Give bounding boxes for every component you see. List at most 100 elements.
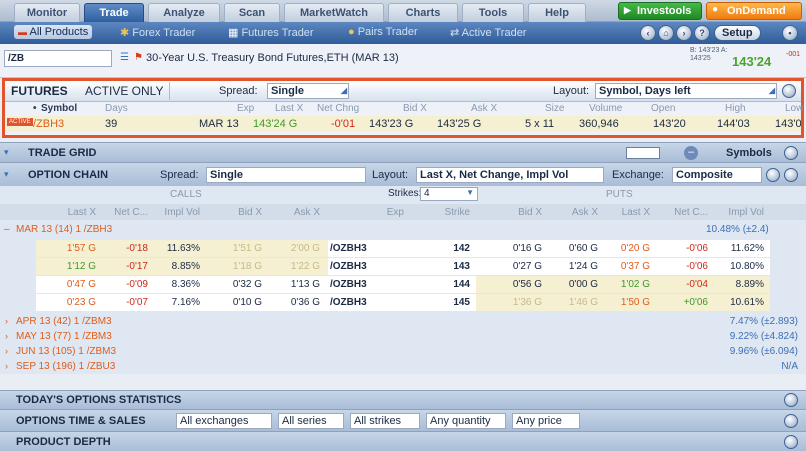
call-impl-vol[interactable]: 11.63%: [150, 243, 200, 254]
col-high[interactable]: High: [725, 103, 746, 114]
call-last[interactable]: 0'47 G: [44, 279, 96, 290]
put-col-bid[interactable]: Bid X: [492, 207, 542, 218]
trade-grid-section[interactable]: ▾ TRADE GRID – Symbols: [0, 142, 806, 162]
home-icon[interactable]: ⌂: [658, 25, 674, 41]
col-net-chng[interactable]: Net Chng: [317, 103, 359, 114]
call-col-net[interactable]: Net C...: [98, 207, 148, 218]
todays-stats-section[interactable]: TODAY'S OPTIONS STATISTICS: [0, 390, 806, 409]
put-impl-vol[interactable]: 8.89%: [712, 279, 764, 290]
put-impl-vol[interactable]: 10.61%: [712, 297, 764, 308]
option-row[interactable]: 1'57 G -0'18 11.63% 1'51 G 2'00 G/OZBH3 142 0'…: [0, 240, 806, 257]
sub-nav-active-trader[interactable]: ⇄ Active Trader: [450, 26, 526, 39]
col-size[interactable]: Size: [545, 103, 564, 114]
col-days[interactable]: Days: [105, 103, 128, 114]
oc-menu-icon[interactable]: [784, 168, 798, 182]
col-open[interactable]: Open: [651, 103, 675, 114]
call-net-change[interactable]: -0'09: [98, 279, 148, 290]
put-net-change[interactable]: -0'04: [658, 279, 708, 290]
put-bid[interactable]: 0'56 G: [492, 279, 542, 290]
call-col-iv[interactable]: Impl Vol: [150, 207, 200, 218]
help-icon[interactable]: ?: [694, 25, 710, 41]
col-low[interactable]: Low: [785, 103, 803, 114]
option-strike[interactable]: 142: [420, 243, 470, 254]
col-exp[interactable]: Exp: [237, 103, 254, 114]
minus-icon[interactable]: –: [684, 146, 698, 160]
setup-button[interactable]: Setup: [714, 25, 761, 41]
expand-icon[interactable]: ›: [5, 316, 8, 326]
oc-exchange-select[interactable]: Composite: [672, 167, 762, 183]
option-exp[interactable]: /OZBH3: [330, 243, 390, 254]
call-impl-vol[interactable]: 7.16%: [150, 297, 200, 308]
call-impl-vol[interactable]: 8.36%: [150, 279, 200, 290]
put-bid[interactable]: 0'27 G: [492, 261, 542, 272]
put-ask[interactable]: 1'46 G: [548, 297, 598, 308]
put-ask[interactable]: 1'24 G: [548, 261, 598, 272]
strikes-select[interactable]: 4 ▼: [420, 187, 478, 201]
call-net-change[interactable]: -0'17: [98, 261, 148, 272]
forward-icon[interactable]: ›: [676, 25, 692, 41]
put-impl-vol[interactable]: 10.80%: [712, 261, 764, 272]
col-exp[interactable]: Exp: [354, 207, 404, 218]
grid-layout-icon[interactable]: [626, 147, 660, 159]
ondemand-button[interactable]: ● OnDemand: [706, 2, 802, 20]
back-icon[interactable]: ‹: [640, 25, 656, 41]
put-last[interactable]: 1'02 G: [600, 279, 650, 290]
call-col-last[interactable]: Last X: [44, 207, 96, 218]
call-impl-vol[interactable]: 8.85%: [150, 261, 200, 272]
collapse-icon[interactable]: ▾: [4, 169, 9, 180]
call-net-change[interactable]: -0'18: [98, 243, 148, 254]
expand-icon[interactable]: ›: [5, 346, 8, 356]
time-sales-section[interactable]: OPTIONS TIME & SALES All exchanges All s…: [0, 409, 806, 431]
collapse-icon[interactable]: –: [4, 224, 10, 235]
put-col-ask[interactable]: Ask X: [548, 207, 598, 218]
call-last[interactable]: 1'12 G: [44, 261, 96, 272]
stats-menu-icon[interactable]: [784, 393, 798, 407]
option-exp[interactable]: /OZBH3: [330, 297, 390, 308]
sub-nav-pairs-trader[interactable]: ● Pairs Trader: [348, 26, 418, 38]
tab-monitor[interactable]: Monitor: [14, 3, 80, 22]
option-strike[interactable]: 143: [420, 261, 470, 272]
oc-layout-select[interactable]: Last X, Net Change, Impl Vol: [416, 167, 604, 183]
call-ask[interactable]: 1'22 G: [270, 261, 320, 272]
time-sales-menu-icon[interactable]: [784, 414, 798, 428]
put-impl-vol[interactable]: 11.62%: [712, 243, 764, 254]
futures-filter[interactable]: ACTIVE ONLY: [85, 84, 163, 98]
strikes-filter[interactable]: All strikes: [350, 413, 420, 429]
futures-row[interactable]: ACTIVE /ZBH3 39 MAR 13 143'24 G -0'01 14…: [5, 116, 802, 132]
symbols-button[interactable]: Symbols: [726, 147, 772, 159]
col-ask[interactable]: Ask X: [471, 103, 497, 114]
tab-marketwatch[interactable]: MarketWatch: [284, 3, 384, 22]
put-net-change[interactable]: -0'06: [658, 261, 708, 272]
futures-menu-icon[interactable]: [782, 84, 796, 98]
sub-nav-forex-trader[interactable]: ✱ Forex Trader: [120, 26, 195, 39]
col-volume[interactable]: Volume: [589, 103, 622, 114]
price-filter[interactable]: Any price: [512, 413, 580, 429]
product-depth-section[interactable]: PRODUCT DEPTH: [0, 431, 806, 451]
call-ask[interactable]: 2'00 G: [270, 243, 320, 254]
put-bid[interactable]: 1'36 G: [492, 297, 542, 308]
call-bid[interactable]: 1'18 G: [212, 261, 262, 272]
call-ask[interactable]: 0'36 G: [270, 297, 320, 308]
call-last[interactable]: 1'57 G: [44, 243, 96, 254]
sub-nav-all-products[interactable]: ▬ All Products: [14, 25, 93, 39]
put-last[interactable]: 0'20 G: [600, 243, 650, 254]
col-bid[interactable]: Bid X: [403, 103, 427, 114]
expand-icon[interactable]: ›: [5, 331, 8, 341]
depth-menu-icon[interactable]: [784, 435, 798, 449]
call-last[interactable]: 0'23 G: [44, 297, 96, 308]
expiry-row-collapsed[interactable]: › APR 13 (42) 1 /ZBM3 7.47% (±2.893): [0, 314, 806, 329]
tab-trade[interactable]: Trade: [84, 3, 144, 22]
layout-select[interactable]: Symbol, Days left ◢: [595, 83, 777, 99]
put-last[interactable]: 0'37 G: [600, 261, 650, 272]
put-ask[interactable]: 0'00 G: [548, 279, 598, 290]
exchange-filter[interactable]: All exchanges: [176, 413, 272, 429]
call-col-bid[interactable]: Bid X: [212, 207, 262, 218]
symbol-input[interactable]: /ZB: [4, 50, 112, 67]
sub-nav-futures-trader[interactable]: ▦ Futures Trader: [228, 26, 314, 39]
option-strike[interactable]: 145: [420, 297, 470, 308]
option-row[interactable]: 0'47 G -0'09 8.36% 0'32 G 1'13 G/OZBH3 144 0'5…: [0, 276, 806, 293]
expiry-row-collapsed[interactable]: › SEP 13 (196) 1 /ZBU3 N/A: [0, 359, 806, 374]
spread-select[interactable]: Single ◢: [267, 83, 349, 99]
option-exp[interactable]: /OZBH3: [330, 279, 390, 290]
put-col-net[interactable]: Net C...: [658, 207, 708, 218]
